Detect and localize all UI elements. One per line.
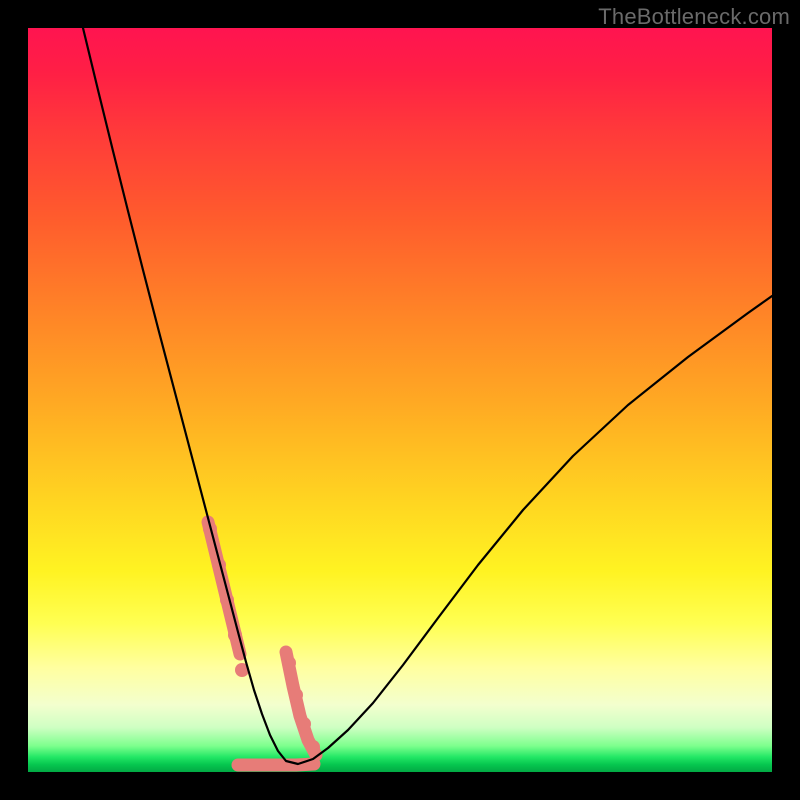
bottleneck-chart-svg [28,28,772,772]
watermark-text: TheBottleneck.com [598,4,790,30]
bottleneck-curve-line [83,28,772,764]
marker-dot [289,688,303,702]
marker-dot [306,740,320,754]
marker-floor [238,764,314,765]
plot-area [28,28,772,772]
optimal-region-marker [203,522,320,765]
marker-dot [297,717,311,731]
marker-dot [282,656,296,670]
